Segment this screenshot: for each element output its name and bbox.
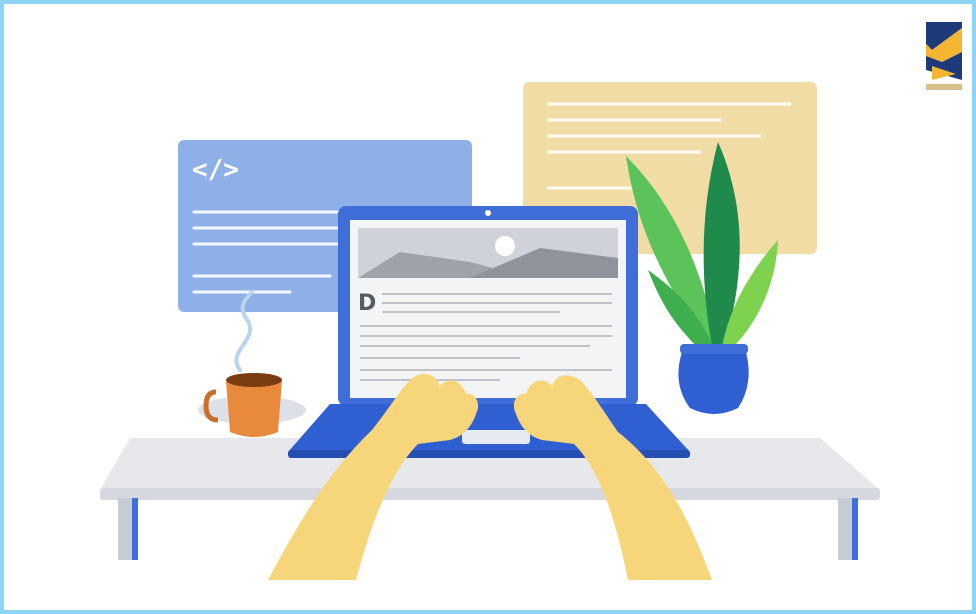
workspace-illustration: </> D: [100, 82, 880, 580]
coffee-mug: [198, 373, 306, 437]
laptop-screen: D: [338, 206, 638, 406]
document-letter: D: [358, 291, 376, 316]
brand-logo: [926, 22, 962, 90]
code-symbol: </>: [192, 155, 239, 185]
